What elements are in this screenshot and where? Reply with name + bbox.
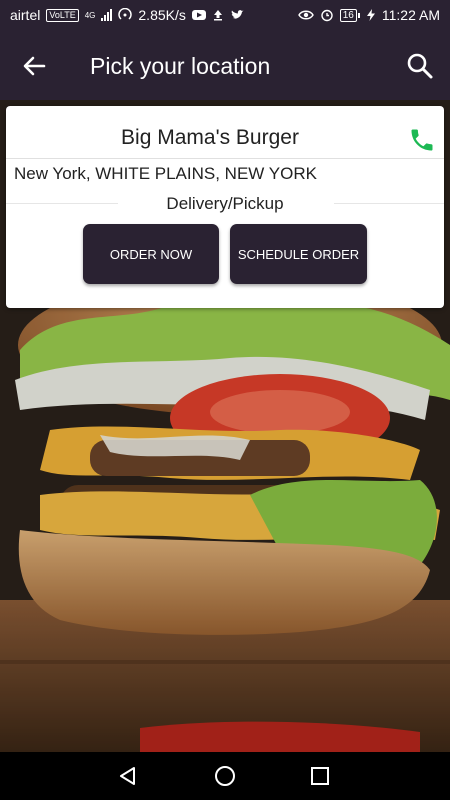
clock-label: 11:22 AM <box>381 7 440 23</box>
nav-back-icon[interactable] <box>116 764 140 788</box>
restaurant-address: New York, WHITE PLAINS, NEW YORK <box>14 164 317 183</box>
system-nav-bar <box>0 752 450 800</box>
hotspot-icon <box>118 8 133 20</box>
page-title: Pick your location <box>90 53 271 79</box>
battery-level: 16 <box>339 8 357 22</box>
restaurant-name: Big Mama's Burger <box>121 126 299 149</box>
carrier-label: airtel <box>10 7 41 23</box>
order-now-button[interactable]: ORDER NOW <box>83 224 219 284</box>
volte-badge: VoLTE <box>46 8 79 22</box>
upload-icon <box>213 10 222 21</box>
status-left: airtel VoLTE 4G 2.85K/s <box>10 7 244 23</box>
status-right: 16 11:22 AM <box>297 7 440 23</box>
speed-label: 2.85K/s <box>138 7 186 23</box>
alarm-icon <box>321 9 333 22</box>
nav-home-icon[interactable] <box>213 764 237 788</box>
schedule-order-button[interactable]: SCHEDULE ORDER <box>230 224 367 284</box>
youtube-icon <box>191 10 206 20</box>
phone-icon[interactable] <box>408 126 436 154</box>
divider <box>6 158 444 159</box>
network-label: 4G <box>84 10 96 20</box>
twitter-icon <box>230 10 244 19</box>
back-arrow-icon[interactable] <box>18 50 50 82</box>
search-icon[interactable] <box>404 50 436 82</box>
eye-icon <box>297 10 314 20</box>
battery-icon: 16 <box>339 8 360 22</box>
app-bar: Pick your location <box>0 30 450 100</box>
signal-icon <box>101 9 113 21</box>
service-mode-label: Delivery/Pickup <box>166 194 284 213</box>
nav-recents-icon[interactable] <box>308 764 332 788</box>
restaurant-card: Big Mama's Burger New York, WHITE PLAINS… <box>6 106 444 308</box>
charging-icon <box>366 9 375 21</box>
status-bar: airtel VoLTE 4G 2.85K/s 16 11:22 AM <box>0 0 450 30</box>
